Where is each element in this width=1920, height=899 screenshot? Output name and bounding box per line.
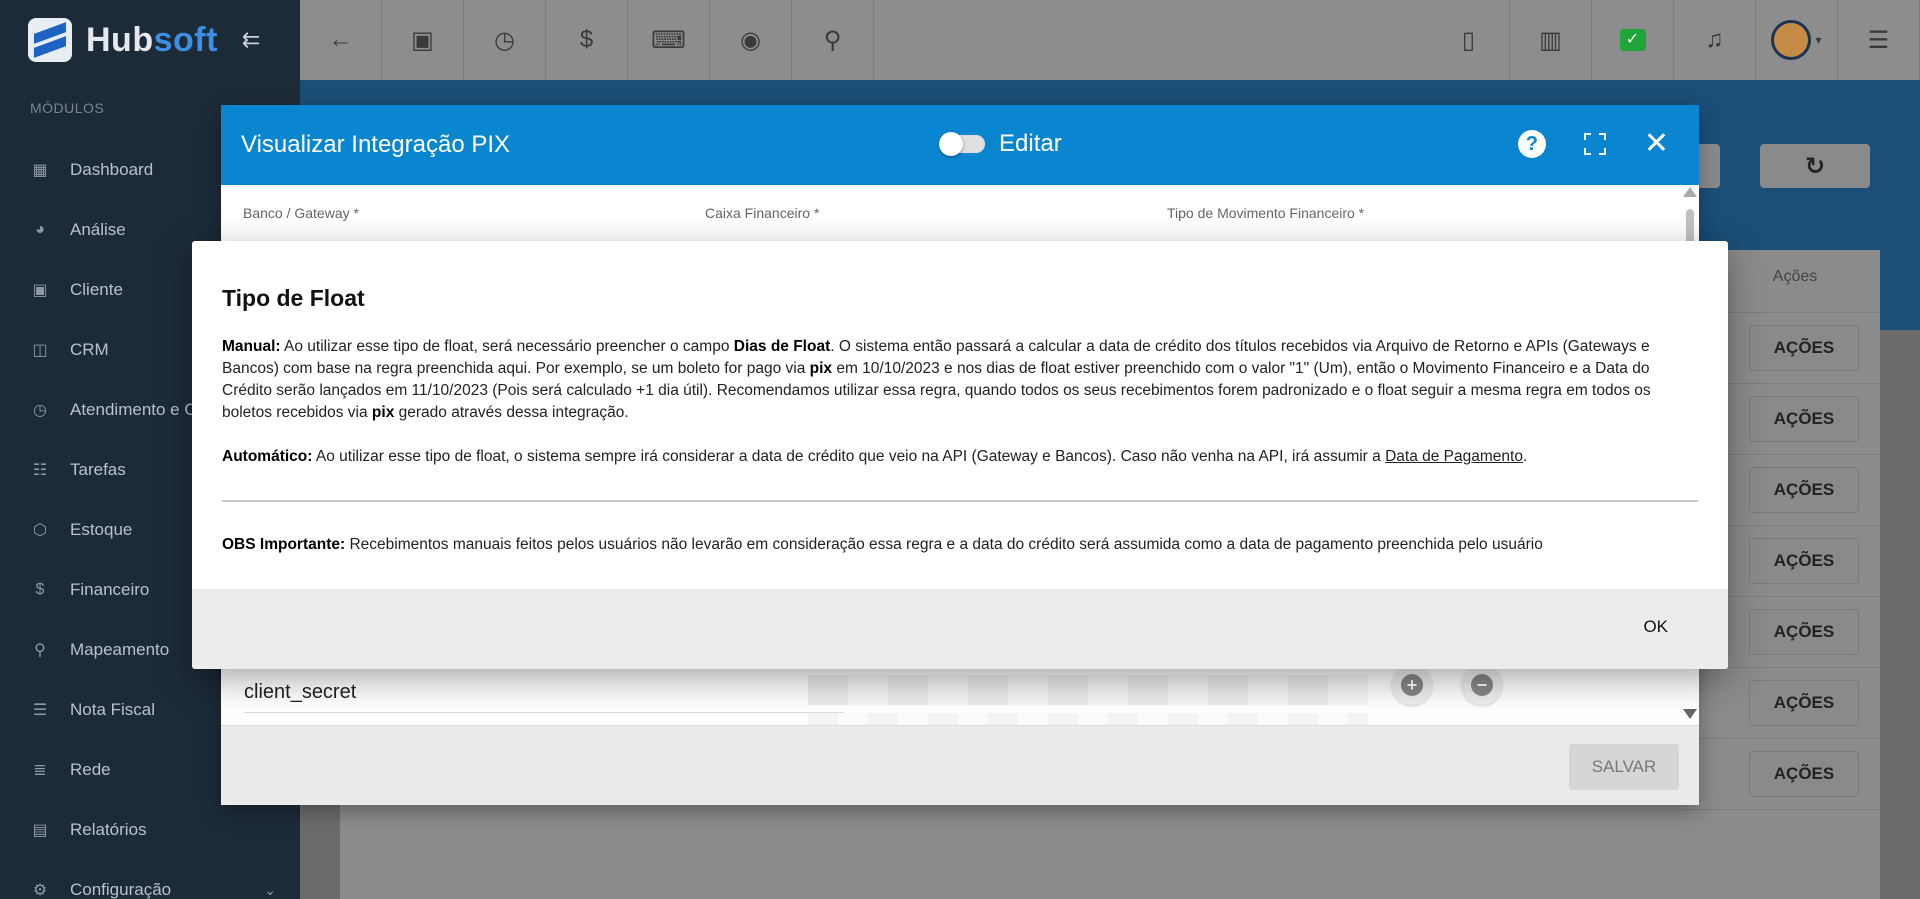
bell-icon[interactable]: ♫ [1674, 0, 1756, 80]
message-check-icon[interactable]: ✓ [1592, 0, 1674, 80]
cash-account-label: Caixa Financeiro * [705, 205, 820, 221]
invoice-icon: ☰ [32, 702, 48, 719]
minus-icon: − [1471, 674, 1493, 696]
acoes-column-header: Ações [1772, 268, 1818, 285]
scroll-up-arrow[interactable] [1683, 187, 1697, 197]
collapse-menu-icon[interactable]: ⇇ [242, 27, 260, 53]
chevron-down-icon: ⌄ [264, 881, 276, 898]
important-note: OBS Importante: Recebimentos manuais fei… [222, 536, 1543, 553]
sidebar-item-label: Rede [70, 760, 111, 779]
sidebar-item-label: Nota Fiscal [70, 700, 156, 719]
help-icon[interactable]: ? [1517, 130, 1546, 158]
search-icon[interactable]: ⚲ [792, 0, 874, 80]
modal-header: Visualizar Integração PIX Editar ? ✕ [221, 105, 1699, 185]
back-arrow-icon[interactable]: ← [300, 0, 382, 80]
client-secret-value-field[interactable] [808, 675, 1368, 705]
dollar-icon[interactable]: $ [546, 0, 628, 80]
sidebar-item-label: Dashboard [70, 160, 154, 179]
tasks-icon: ☷ [32, 462, 48, 479]
box-icon: ⬡ [33, 522, 47, 539]
server-icon: ≣ [33, 762, 47, 779]
building-icon[interactable]: ▥ [1510, 0, 1592, 80]
acoes-button[interactable]: AÇÕES [1749, 325, 1859, 371]
report-icon: ▤ [32, 822, 48, 839]
save-button[interactable]: SALVAR [1569, 744, 1679, 790]
divider [222, 500, 1698, 502]
dialog-footer: OK [192, 589, 1728, 669]
logo-text: Hubsoft [86, 20, 218, 59]
terminal-icon[interactable]: ⌨ [628, 0, 710, 80]
manual-description: Manual: Ao utilizar esse tipo de float, … [222, 338, 1651, 421]
hubsoft-logo-icon [28, 18, 72, 62]
sidebar-item-label: Relatórios [70, 820, 147, 839]
contact-icon[interactable]: ▣ [382, 0, 464, 80]
ok-button[interactable]: OK [1643, 617, 1668, 637]
map-pin-icon: ⚲ [34, 642, 46, 659]
chevron-down-icon: ▾ [1815, 33, 1822, 47]
topbar: ← ▣ ◷ $ ⌨ ◉ ⚲ ▯ ▥ ✓ ♫ ▾ ☰ [300, 0, 1920, 80]
dialog-title: Tipo de Float [222, 285, 365, 311]
remove-row-button[interactable]: − [1462, 665, 1502, 705]
acoes-button[interactable]: AÇÕES [1749, 538, 1859, 584]
fullscreen-icon[interactable] [1583, 133, 1606, 155]
float-type-dialog: Tipo de Float Manual: Ao utilizar esse t… [192, 241, 1728, 669]
menu-icon[interactable]: ☰ [1838, 0, 1920, 80]
sidebar-item-label: Estoque [70, 520, 133, 539]
money-icon: $ [35, 581, 45, 598]
modal-footer: SALVAR [221, 725, 1699, 805]
sidebar-item-configuracao[interactable]: ⚙ Configuração ⌄ [0, 860, 300, 899]
plus-icon: + [1401, 674, 1423, 696]
sidebar-item-label: Análise [70, 220, 126, 239]
client-secret-key-field[interactable]: client_secret [244, 671, 844, 713]
grid-icon: ▦ [32, 162, 48, 179]
sidebar-item-label: CRM [70, 340, 109, 359]
modal-title: Visualizar Integração PIX [241, 131, 511, 158]
movement-type-label: Tipo de Movimento Financeiro * [1167, 205, 1365, 221]
add-row-button[interactable]: + [1392, 665, 1432, 705]
sidebar-item-relatorios[interactable]: ▤ Relatórios [0, 800, 300, 860]
calendar-clock-icon: ◷ [33, 402, 47, 419]
logo[interactable]: Hubsoft ⇇ [0, 0, 300, 80]
refresh-icon: ↻ [1804, 152, 1826, 180]
sidebar-item-label: Cliente [70, 280, 123, 299]
scroll-down-arrow[interactable] [1683, 709, 1697, 719]
edit-switch[interactable] [939, 132, 985, 156]
edit-toggle[interactable]: Editar [939, 130, 1062, 158]
gear-icon: ⚙ [32, 882, 48, 899]
pie-chart-icon: ◕ [35, 221, 45, 238]
calendar-clock-icon[interactable]: ◷ [464, 0, 546, 80]
acoes-button[interactable]: AÇÕES [1749, 751, 1859, 797]
sidebar-item-label: Atendimento e OS [70, 400, 209, 419]
acoes-button[interactable]: AÇÕES [1749, 680, 1859, 726]
acoes-button[interactable]: AÇÕES [1749, 609, 1859, 655]
sidebar-item-label: Mapeamento [70, 640, 170, 659]
close-icon[interactable]: ✕ [1644, 129, 1669, 159]
refresh-button[interactable]: ↻ [1760, 144, 1870, 188]
contact-card-icon: ▣ [32, 282, 48, 299]
sidebar-item-label: Configuração [70, 880, 172, 899]
pdf-icon[interactable]: ▯ [1428, 0, 1510, 80]
automatic-description: Automático: Ao utilizar esse tipo de flo… [222, 448, 1528, 465]
acoes-button[interactable]: AÇÕES [1749, 396, 1859, 442]
board-icon: ◫ [32, 342, 48, 359]
sidebar-item-label: Tarefas [70, 460, 126, 479]
sidebar-item-label: Financeiro [70, 580, 150, 599]
bank-gateway-label: Banco / Gateway * [243, 205, 359, 221]
eye-icon[interactable]: ◉ [710, 0, 792, 80]
payment-date-link: Data de Pagamento [1385, 448, 1523, 465]
edit-label: Editar [999, 130, 1062, 157]
avatar[interactable]: ▾ [1756, 0, 1838, 80]
acoes-button[interactable]: AÇÕES [1749, 467, 1859, 513]
